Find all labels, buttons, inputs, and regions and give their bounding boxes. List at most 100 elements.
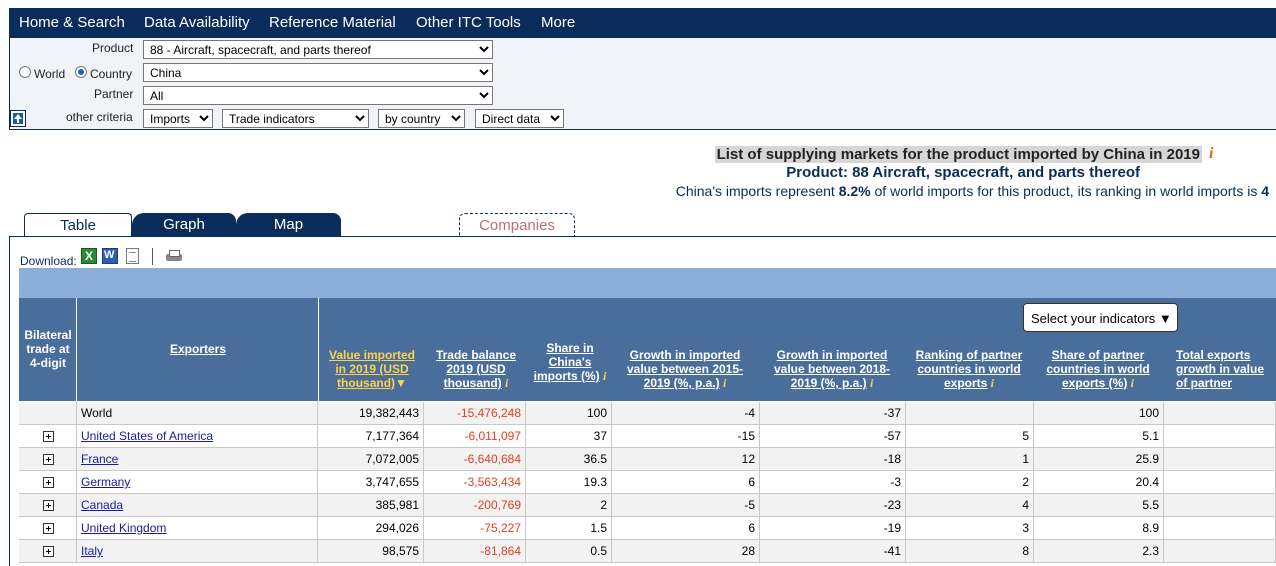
- info-icon[interactable]: i: [1131, 376, 1134, 390]
- header-share-partner[interactable]: Share of partner countries in world expo…: [1036, 348, 1160, 390]
- header-trade-balance-label: Trade balance 2019 (USD thousand): [435, 348, 517, 390]
- ranking-world-exports-cell: 2: [906, 471, 1034, 494]
- product-subtitle: Product: 88 Aircraft, spacecraft, and pa…: [786, 164, 1140, 181]
- info-icon[interactable]: i: [991, 376, 994, 390]
- growth-2015-2019-cell: -5: [612, 494, 760, 517]
- value-imported-cell: 98,575: [318, 540, 424, 563]
- country-select[interactable]: China: [143, 63, 493, 82]
- country-label: Country: [90, 67, 133, 81]
- total-exports-cell: [1164, 540, 1276, 563]
- collapse-criteria-button[interactable]: [10, 110, 26, 127]
- ranking-world-exports-cell: 4: [906, 494, 1034, 517]
- partner-name-cell[interactable]: Germany: [77, 471, 318, 494]
- share-summary: China's imports represent 8.2% of world …: [676, 183, 1269, 199]
- download-label: Download:: [20, 254, 77, 268]
- product-select[interactable]: 88 - Aircraft, spacecraft, and parts the…: [143, 40, 493, 59]
- excel-icon[interactable]: [81, 248, 97, 264]
- printer-icon[interactable]: [164, 248, 184, 264]
- top-nav: Home & Search Data Availability Referenc…: [9, 8, 1276, 38]
- growth-2018-2019-cell: -57: [760, 425, 906, 448]
- info-icon[interactable]: i: [505, 376, 508, 390]
- partner-name-cell[interactable]: United States of America: [77, 425, 318, 448]
- growth-2018-2019-cell: -19: [760, 517, 906, 540]
- total-exports-cell: [1164, 471, 1276, 494]
- total-exports-cell: [1164, 425, 1276, 448]
- tab-map[interactable]: Map: [236, 213, 341, 237]
- header-total-exports-label: Total exports growth in value of partner…: [1176, 348, 1265, 390]
- trade-balance-cell: -6,011,097: [424, 425, 526, 448]
- nav-other-itc-tools[interactable]: Other ITC Tools: [416, 14, 521, 31]
- expand-plus-icon[interactable]: [43, 546, 54, 557]
- expand-cell: [19, 402, 77, 425]
- expand-plus-icon[interactable]: [43, 431, 54, 442]
- country-radio[interactable]: [75, 66, 87, 78]
- table-row: Italy 98,575 -81,864 0.5 28 -41 8 2.3: [19, 540, 1276, 563]
- table-row: United Kingdom 294,026 -75,227 1.5 6 -19 3 8.9: [19, 517, 1276, 540]
- total-exports-cell: [1164, 402, 1276, 425]
- world-label: World: [34, 67, 66, 81]
- share-world-exports-cell: 100: [1034, 402, 1164, 425]
- header-trade-balance[interactable]: Trade balance 2019 (USD thousand) i: [428, 348, 524, 390]
- expand-plus-icon[interactable]: [43, 454, 54, 465]
- share-world-exports-cell: 8.9: [1034, 517, 1164, 540]
- header-share[interactable]: Share in China's imports (%) i: [530, 341, 610, 383]
- text-file-icon[interactable]: [126, 248, 139, 264]
- partner-name-cell[interactable]: Canada: [77, 494, 318, 517]
- share-world-exports-cell: 20.4: [1034, 471, 1164, 494]
- table-row: France 7,072,005 -6,640,684 36.5 12 -18 1 25.9: [19, 448, 1276, 471]
- nav-home-search[interactable]: Home & Search: [19, 14, 125, 31]
- info-icon[interactable]: i: [723, 376, 726, 390]
- expand-plus-icon[interactable]: [43, 477, 54, 488]
- trade-balance-cell: -6,640,684: [424, 448, 526, 471]
- info-icon[interactable]: i: [1209, 145, 1213, 163]
- table-row: Canada 385,981 -200,769 2 -5 -23 4 5.5: [19, 494, 1276, 517]
- tab-companies[interactable]: Companies: [459, 213, 575, 237]
- growth-2015-2019-cell: -4: [612, 402, 760, 425]
- tab-table[interactable]: Table: [24, 213, 132, 237]
- partner-select[interactable]: All: [143, 86, 493, 105]
- partner-name-cell[interactable]: United Kingdom: [77, 517, 318, 540]
- header-growth-2015-2019[interactable]: Growth in imported value between 2015-20…: [614, 348, 756, 390]
- share-value: 8.2%: [838, 183, 871, 199]
- indicator-type-select[interactable]: Trade indicators: [222, 109, 369, 128]
- data-type-select[interactable]: Direct data: [475, 109, 564, 128]
- panel-border: [9, 236, 10, 566]
- info-icon[interactable]: i: [603, 369, 606, 383]
- info-icon[interactable]: i: [870, 376, 873, 390]
- header-value-imported[interactable]: Value imported in 2019 (USD thousand)▼: [322, 348, 422, 390]
- world-radio[interactable]: [19, 66, 31, 78]
- table-row: Germany 3,747,655 -3,563,434 19.3 6 -3 2 20.4: [19, 471, 1276, 494]
- expand-plus-icon[interactable]: [43, 523, 54, 534]
- share-in-imports-cell: 2: [526, 494, 612, 517]
- nav-data-availability[interactable]: Data Availability: [144, 14, 250, 31]
- tab-graph[interactable]: Graph: [132, 213, 236, 237]
- header-ranking[interactable]: Ranking of partner countries in world ex…: [908, 348, 1030, 390]
- partner-name-cell[interactable]: Italy: [77, 540, 318, 563]
- nav-more[interactable]: More: [541, 14, 575, 31]
- value-imported-cell: 7,072,005: [318, 448, 424, 471]
- by-select[interactable]: by country: [378, 109, 465, 128]
- trade-balance-cell: -81,864: [424, 540, 526, 563]
- partner-name-cell[interactable]: France: [77, 448, 318, 471]
- share-mid: of world imports for this product, its r…: [870, 183, 1262, 199]
- trade-balance-cell: -3,563,434: [424, 471, 526, 494]
- select-indicators-button[interactable]: Select your indicators ▼: [1023, 303, 1178, 332]
- criteria-panel: Product 88 - Aircraft, spacecraft, and p…: [9, 38, 1276, 130]
- header-total-exports[interactable]: Total exports growth in value of partner…: [1168, 348, 1276, 390]
- total-exports-cell: [1164, 448, 1276, 471]
- expand-plus-icon[interactable]: [43, 500, 54, 511]
- share-in-imports-cell: 37: [526, 425, 612, 448]
- page-title: List of supplying markets for the produc…: [714, 146, 1202, 163]
- expand-cell: [19, 448, 77, 471]
- expand-cell: [19, 517, 77, 540]
- trade-balance-cell: -15,476,248: [424, 402, 526, 425]
- header-growth-2018-2019[interactable]: Growth in imported value between 2018-20…: [762, 348, 902, 390]
- growth-2015-2019-cell: -15: [612, 425, 760, 448]
- partner-name-cell: World: [77, 402, 318, 425]
- nav-reference-material[interactable]: Reference Material: [269, 14, 396, 31]
- arrow-up-icon: [13, 113, 23, 124]
- word-icon[interactable]: [102, 248, 118, 264]
- ranking-world-exports-cell: 3: [906, 517, 1034, 540]
- header-exporters[interactable]: Exporters: [78, 342, 318, 356]
- flow-select[interactable]: Imports: [143, 109, 213, 128]
